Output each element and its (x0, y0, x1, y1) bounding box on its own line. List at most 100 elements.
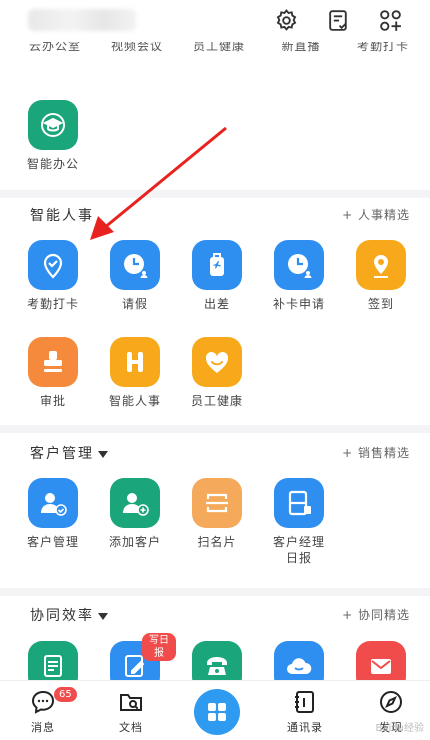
hr-picks-link[interactable]: + 人事精选 (342, 206, 410, 223)
location-check-icon (43, 253, 63, 279)
collab-picks-link[interactable]: + 协同精选 (342, 606, 410, 623)
app-label: 客户管理 (26, 535, 79, 549)
section-header-crm: 客户管理 + 销售精选 (0, 441, 430, 465)
blurred-title (28, 9, 136, 31)
section-divider (0, 425, 430, 433)
partial-app-row: 云办公室 视频会议 员工健康 新直播 考勤打卡 (0, 42, 430, 78)
app-tile (192, 240, 242, 290)
suitcase-icon (210, 253, 224, 276)
app-business-trip[interactable]: 出差 (176, 240, 258, 312)
customer-add-icon (123, 493, 149, 516)
app-tile (110, 337, 160, 387)
folder-icon (120, 694, 142, 711)
app-sign-in[interactable]: 签到 (340, 240, 422, 312)
app-tile (192, 478, 242, 528)
nav-label: 文档 (119, 721, 143, 734)
app-customer-management[interactable]: 客户管理 (12, 478, 94, 550)
app-label: 员工健康 (192, 42, 245, 53)
write-report-badge: 写日报 (142, 633, 176, 661)
top-bar (0, 0, 430, 46)
scan-card-icon (206, 493, 228, 513)
settings-button[interactable] (260, 5, 312, 35)
app-employee-health[interactable]: 员工健康 (176, 337, 258, 409)
heart-icon (205, 351, 229, 373)
app-account-manager-report[interactable]: 客户经理 日报 (258, 478, 340, 566)
grid-icon (208, 703, 226, 721)
app-tile (28, 100, 78, 150)
unread-count-badge: 65 (54, 687, 77, 702)
section-title[interactable]: 客户管理 (30, 443, 108, 463)
app-smart-office[interactable]: 智能办公 (12, 100, 94, 172)
app-label: 智能人事 (108, 394, 161, 408)
app-label: 考勤打卡 (356, 42, 409, 53)
app-label: 考勤打卡 (26, 297, 79, 311)
app-label: 智能办公 (26, 157, 79, 171)
app-attendance-checkin[interactable]: 考勤打卡 (12, 240, 94, 312)
app-tile (28, 337, 78, 387)
app-label: 添加客户 (108, 535, 161, 549)
app-manage-button[interactable] (364, 5, 416, 35)
h-letter-icon (127, 352, 143, 372)
nav-label: 通讯录 (287, 721, 323, 734)
caret-down-icon (98, 450, 108, 458)
app-label: 视频会议 (110, 42, 163, 53)
app-tile (356, 240, 406, 290)
sales-picks-link[interactable]: + 销售精选 (342, 444, 410, 461)
app-scan-card[interactable]: 扫名片 (176, 478, 258, 550)
pin-icon (374, 255, 388, 278)
app-tile (274, 478, 324, 528)
document-list-icon (44, 655, 62, 677)
clock-user-icon (124, 254, 148, 278)
cloud-icon (287, 658, 312, 674)
app-label: 审批 (39, 394, 66, 408)
stamp-icon (44, 351, 62, 372)
task-list-icon (328, 9, 347, 31)
nav-docs[interactable]: 文档 (96, 689, 166, 735)
caret-down-icon (98, 612, 108, 620)
compass-icon (380, 691, 402, 713)
app-tile (28, 478, 78, 528)
watermark: Baidu经验 (375, 723, 424, 734)
section-header-hr: 智能人事 + 人事精选 (0, 203, 430, 227)
bottom-nav: 消息 65 文档 通讯录 发现 (0, 680, 430, 740)
grid-add-icon (379, 9, 401, 31)
top-actions (260, 5, 416, 35)
app-label: 请假 (121, 297, 148, 311)
app-label: 补卡申请 (272, 297, 325, 311)
workbench-button[interactable] (194, 689, 240, 735)
section-divider (0, 588, 430, 596)
app-label: 新直播 (281, 42, 321, 53)
nav-label: 消息 (31, 721, 55, 734)
report-icon (288, 490, 311, 516)
app-add-customer[interactable]: 添加客户 (94, 478, 176, 550)
app-label: 云办公室 (28, 42, 81, 53)
app-smart-hr[interactable]: 智能人事 (94, 337, 176, 409)
app-tile (192, 337, 242, 387)
section-header-collab: 协同效率 + 协同精选 (0, 603, 430, 627)
task-list-button[interactable] (312, 5, 364, 35)
customer-check-icon (41, 493, 67, 516)
phone-icon (207, 657, 227, 675)
section-divider (0, 190, 430, 198)
gear-icon (276, 8, 296, 31)
app-tile (28, 240, 78, 290)
app-label: 客户经理 日报 (272, 535, 325, 565)
app-tile (110, 240, 160, 290)
app-label: 员工健康 (190, 394, 243, 408)
chat-bubble-icon (31, 690, 55, 714)
section-title[interactable]: 协同效率 (30, 605, 108, 625)
section-title: 智能人事 (30, 208, 94, 224)
nav-messages[interactable]: 消息 65 (8, 687, 78, 735)
clock-user-icon (288, 254, 312, 278)
app-leave[interactable]: 请假 (94, 240, 176, 312)
app-tile (274, 240, 324, 290)
app-label: 出差 (203, 297, 230, 311)
app-tile (110, 478, 160, 528)
nav-contacts[interactable]: 通讯录 (270, 689, 340, 735)
contacts-book-icon (295, 691, 314, 713)
app-card-makeup[interactable]: 补卡申请 (258, 240, 340, 312)
app-label: 签到 (367, 297, 394, 311)
graduation-cap-icon (41, 113, 65, 137)
app-approval[interactable]: 审批 (12, 337, 94, 409)
mail-icon (371, 659, 391, 674)
